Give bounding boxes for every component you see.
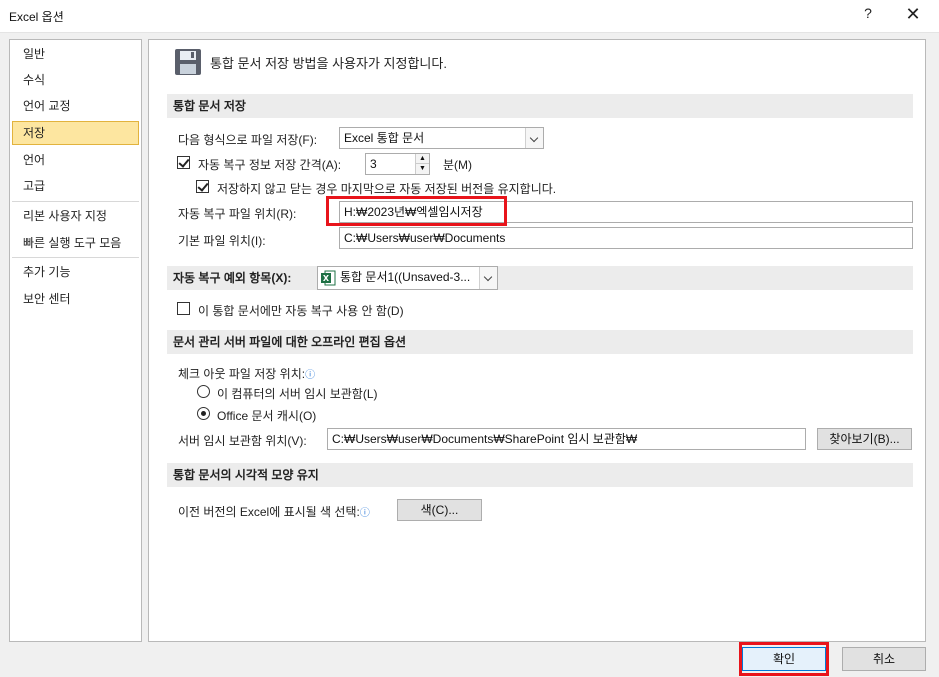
title-bar: Excel 옵션 ? ✕: [0, 0, 939, 33]
drafts-location-label: 서버 임시 보관함 위치(V):: [178, 434, 307, 448]
sidebar-item-proofing[interactable]: 언어 교정: [12, 94, 139, 118]
window-title: Excel 옵션: [9, 10, 64, 24]
checkout-location-label: 체크 아웃 파일 저장 위치:ⓘ: [178, 367, 316, 381]
default-location-label: 기본 파일 위치(I):: [178, 234, 266, 248]
page-header-text: 통합 문서 저장 방법을 사용자가 지정합니다.: [210, 56, 447, 71]
options-content: 통합 문서 저장 방법을 사용자가 지정합니다. 통합 문서 저장 다음 형식으…: [148, 39, 926, 642]
section-exceptions-title: 자동 복구 예외 항목(X):: [173, 271, 292, 285]
sidebar-item-general[interactable]: 일반: [12, 42, 139, 66]
info-icon: ⓘ: [359, 508, 370, 519]
format-select[interactable]: Excel 통합 문서: [339, 127, 544, 149]
section-visual-header: 통합 문서의 시각적 모양 유지: [167, 463, 913, 487]
svg-text:X: X: [323, 274, 330, 283]
autorecover-label: 자동 복구 정보 저장 간격(A):: [198, 158, 342, 172]
autorecover-minutes-spinner[interactable]: 3 ▲ ▼: [365, 153, 430, 175]
highlight-ok-button: [739, 642, 829, 676]
close-button[interactable]: ✕: [900, 4, 926, 28]
colors-label: 이전 버전의 Excel에 표시될 색 선택:ⓘ: [178, 505, 370, 519]
sidebar-item-language[interactable]: 언어: [12, 148, 139, 172]
format-select-value: Excel 통합 문서: [344, 131, 425, 145]
minutes-label: 분(M): [443, 158, 473, 172]
chevron-down-icon: [479, 267, 497, 289]
autorecover-exception-select[interactable]: X 통합 문서1((Unsaved-3...: [317, 266, 498, 290]
highlight-autorecover-location: [326, 196, 507, 226]
help-button[interactable]: ?: [858, 5, 878, 27]
radio-office-cache[interactable]: [197, 407, 210, 420]
browse-button[interactable]: 찾아보기(B)...: [817, 428, 912, 450]
sidebar-divider: [12, 257, 139, 258]
keep-last-autosave-checkbox[interactable]: [196, 180, 209, 193]
autorecover-checkbox[interactable]: [177, 156, 190, 169]
cancel-button[interactable]: 취소: [842, 647, 926, 671]
options-sidebar: 일반 수식 언어 교정 저장 언어 고급 리본 사용자 지정 빠른 실행 도구 …: [9, 39, 142, 642]
autorecover-minutes-value: 3: [370, 157, 377, 171]
sidebar-item-formulas[interactable]: 수식: [12, 68, 139, 92]
drafts-location-value: C:₩Users₩user₩Documents₩SharePoint 임시 보관…: [332, 432, 638, 446]
spin-up-icon[interactable]: ▲: [415, 154, 429, 164]
disable-autorecover-label: 이 통합 문서에만 자동 복구 사용 안 함(D): [198, 304, 404, 318]
default-location-value: C:₩Users₩user₩Documents: [344, 231, 506, 245]
keep-last-autosave-label: 저장하지 않고 닫는 경우 마지막으로 자동 저장된 버전을 유지합니다.: [217, 182, 557, 196]
radio-server-drafts[interactable]: [197, 385, 210, 398]
sidebar-divider: [12, 201, 139, 202]
floppy-disk-icon: [174, 48, 202, 76]
default-location-input[interactable]: C:₩Users₩user₩Documents: [339, 227, 913, 249]
sidebar-item-quick-access[interactable]: 빠른 실행 도구 모음: [12, 231, 139, 255]
autorecover-location-label: 자동 복구 파일 위치(R):: [178, 207, 297, 221]
sidebar-item-advanced[interactable]: 고급: [12, 174, 139, 198]
colors-button[interactable]: 색(C)...: [397, 499, 482, 521]
exception-workbook-value: 통합 문서1((Unsaved-3...: [340, 270, 471, 284]
radio-server-drafts-label: 이 컴퓨터의 서버 임시 보관함(L): [217, 387, 378, 401]
radio-office-cache-label: Office 문서 캐시(O): [217, 409, 317, 423]
section-exceptions-header: 자동 복구 예외 항목(X):: [167, 266, 913, 290]
spin-down-icon[interactable]: ▼: [415, 164, 429, 174]
chevron-down-icon: [525, 128, 543, 148]
section-offline-header: 문서 관리 서버 파일에 대한 오프라인 편집 옵션: [167, 330, 913, 354]
drafts-location-input[interactable]: C:₩Users₩user₩Documents₩SharePoint 임시 보관…: [327, 428, 806, 450]
format-label: 다음 형식으로 파일 저장(F):: [178, 133, 318, 147]
info-icon: ⓘ: [305, 370, 316, 381]
sidebar-item-addins[interactable]: 추가 기능: [12, 260, 139, 284]
sidebar-item-save[interactable]: 저장: [12, 121, 139, 145]
sidebar-item-customize-ribbon[interactable]: 리본 사용자 지정: [12, 204, 139, 228]
disable-autorecover-checkbox[interactable]: [177, 302, 190, 315]
section-save-header: 통합 문서 저장: [167, 94, 913, 118]
excel-icon: X: [321, 270, 336, 286]
sidebar-item-trust-center[interactable]: 보안 센터: [12, 287, 139, 311]
